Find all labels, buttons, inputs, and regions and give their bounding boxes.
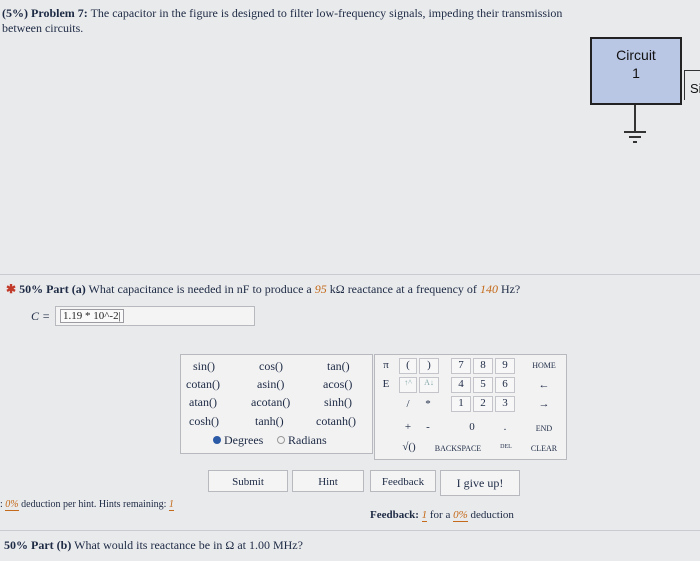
part-b-label: Part (b) [31,538,72,552]
key-1[interactable]: 1 [451,396,471,412]
answer-value[interactable]: 1.19 * 10^-2| [60,309,124,323]
key-sqrt[interactable]: √() [397,441,421,453]
divider [0,530,700,531]
feedback-button[interactable]: Feedback [370,470,436,492]
key-home[interactable]: HOME [523,361,565,370]
key-sin[interactable]: sin() [193,359,215,374]
key-up[interactable]: ↑^ [399,377,417,393]
problem-statement: (5%) Problem 7: The capacitor in the fig… [2,6,602,36]
hint-info: : 0% deduction per hint. Hints remaining… [0,499,174,511]
reactance-value: 95 [314,282,327,296]
ground-icon [624,131,646,143]
key-dot[interactable]: . [495,421,515,433]
key-6[interactable]: 6 [495,377,515,393]
hint-prefix: : [0,499,3,510]
radians-label: Radians [288,433,327,447]
hint-text: deduction per hint. Hints remaining: [21,499,167,510]
feedback-deduction: 0% [453,509,468,522]
divider [0,274,700,275]
key-tan[interactable]: tan() [327,359,350,374]
key-minus[interactable]: - [421,421,435,433]
key-acotan[interactable]: acotan() [251,395,290,410]
key-lparen[interactable]: ( [399,358,417,374]
part-b-text: What would its reactance be in Ω at 1.00… [74,538,303,552]
problem-weight: (5%) [2,6,28,20]
key-5[interactable]: 5 [473,377,493,393]
answer-input[interactable]: 1.19 * 10^-2| [55,306,255,326]
key-atan[interactable]: atan() [189,395,217,410]
part-a-question: ✱ 50% Part (a) What capacitance is neede… [6,282,520,297]
key-multiply[interactable]: * [421,398,435,410]
radio-degrees[interactable]: Degrees [213,433,263,448]
key-4[interactable]: 4 [451,377,471,393]
key-plus[interactable]: + [401,421,415,433]
radio-selected-icon [213,436,221,444]
key-sinh[interactable]: sinh() [324,395,352,410]
frequency-value: 140 [479,282,498,296]
give-up-button[interactable]: I give up! [440,470,520,496]
key-9[interactable]: 9 [495,358,515,374]
key-left-arrow[interactable]: ← [523,379,565,391]
part-b-percent: 50% [4,538,28,552]
key-7[interactable]: 7 [451,358,471,374]
part-b-question: 50% Part (b) What would its reactance be… [4,538,303,553]
answer-label: C = [31,309,51,323]
hint-button[interactable]: Hint [292,470,364,492]
radio-radians[interactable]: Radians [277,433,327,448]
part-a-text-1: What capacitance is needed in nF to prod… [88,282,312,296]
feedback-deduction-text: deduction [470,509,514,521]
feedback-info: Feedback: 1 for a 0% deduction [370,509,514,522]
part-a-percent: 50% [19,282,44,296]
part-status-icon: ✱ [6,282,17,296]
circuit-2-partial: Si [684,70,700,100]
circuit-wire [634,105,636,131]
key-divide[interactable]: / [401,398,415,410]
part-a-label: Part (a) [46,282,86,296]
key-e[interactable]: E [379,378,393,390]
key-tanh[interactable]: tanh() [255,414,284,429]
submit-button[interactable]: Submit [208,470,288,492]
key-backspace[interactable]: BACKSPACE [423,444,493,453]
key-3[interactable]: 3 [495,396,515,412]
key-cotanh[interactable]: cotanh() [316,414,356,429]
key-0[interactable]: 0 [451,421,493,433]
key-2[interactable]: 2 [473,396,493,412]
key-del[interactable]: DEL [495,444,517,450]
key-down[interactable]: A↓ [419,377,439,393]
numeric-keypad: π ( ) 7 8 9 HOME E ↑^ A↓ 4 5 6 ← / * 1 2… [374,354,567,460]
circuit-number: 1 [632,65,640,81]
key-8[interactable]: 8 [473,358,493,374]
key-asin[interactable]: asin() [257,377,284,392]
key-cos[interactable]: cos() [259,359,283,374]
key-clear[interactable]: CLEAR [523,444,565,453]
key-pi[interactable]: π [379,359,393,371]
feedback-label: Feedback: [370,509,419,521]
function-keypad: sin() cos() tan() cotan() asin() acos() … [180,354,373,454]
reactance-unit: kΩ [329,282,345,296]
key-rparen[interactable]: ) [419,358,439,374]
hints-remaining: 1 [168,499,174,511]
key-acos[interactable]: acos() [323,377,352,392]
key-end[interactable]: END [523,424,565,433]
key-right-arrow[interactable]: → [523,398,565,410]
problem-label: Problem 7: [31,6,88,20]
part-a-text-2: reactance at a frequency of [347,282,477,296]
degrees-label: Degrees [224,433,264,447]
key-cotan[interactable]: cotan() [186,377,220,392]
circuit-2-label: Si [690,81,700,96]
circuit-1-box: Circuit 1 [590,37,682,105]
circuit-title: Circuit [616,47,656,63]
feedback-count: 1 [421,509,428,522]
feedback-for: for a [429,509,451,521]
radio-unselected-icon [277,436,285,444]
hint-deduction: 0% [5,499,19,511]
key-cosh[interactable]: cosh() [189,414,219,429]
frequency-unit: Hz? [500,282,521,296]
